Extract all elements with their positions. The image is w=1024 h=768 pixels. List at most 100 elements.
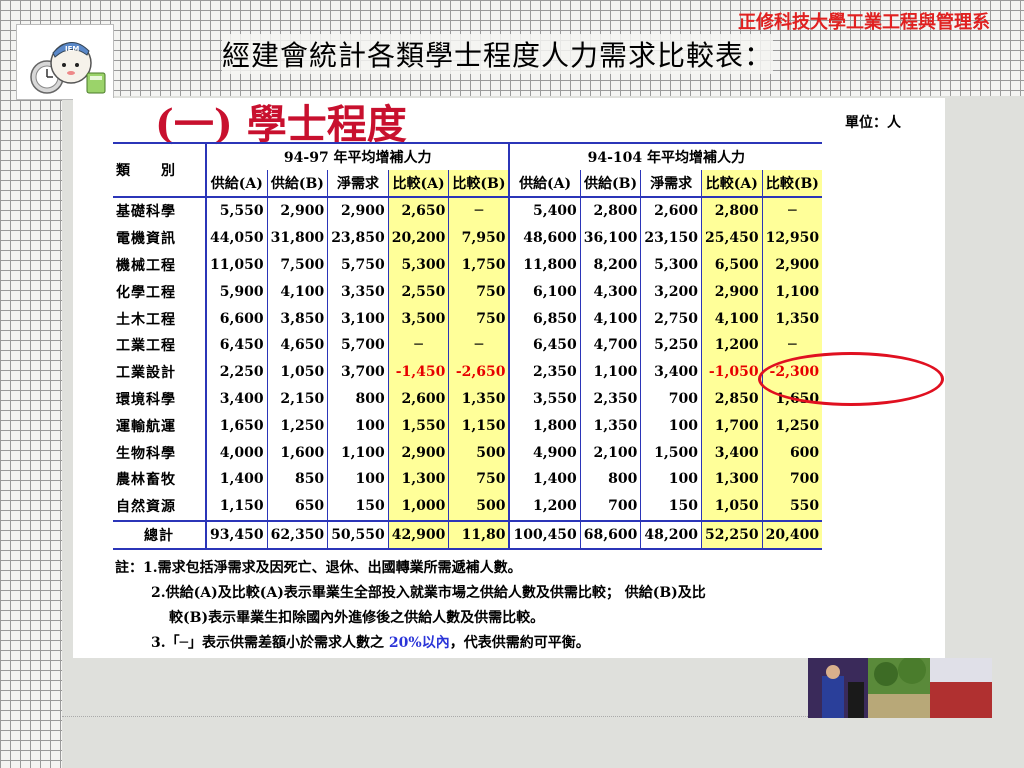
- photo-image: [808, 656, 992, 718]
- category-cell: 運輸航運: [116, 418, 176, 435]
- category-cell: 工業工程: [116, 338, 176, 355]
- value-cell: 3,550: [508, 385, 581, 413]
- subheader-9: 比較(B): [761, 170, 823, 197]
- mascot-icon: IEM: [30, 42, 106, 94]
- value-cell: 5,900: [204, 278, 268, 306]
- table-row: 環境科學 3,400 2,150 800 2,600 1,350 3,550 2,350 700…: [113, 385, 823, 413]
- value-cell: 2,900: [266, 197, 328, 225]
- slide-title: 經建會統計各類學士程度人力需求比較表：: [222, 34, 774, 74]
- value-cell: 1,800: [508, 412, 581, 440]
- value-cell: 31,800: [266, 224, 328, 252]
- value-cell: 4,100: [266, 278, 328, 306]
- value-cell: 1,300: [700, 465, 763, 493]
- value-cell: 1,650: [204, 412, 268, 440]
- value-cell: -1,450: [387, 358, 449, 386]
- table-row: 化學工程 5,900 4,100 3,350 2,550 750 6,100 4,300 3,2…: [113, 278, 823, 306]
- category-header: 類 別: [113, 143, 206, 198]
- value-cell: 5,300: [387, 251, 449, 279]
- table-row: 電機資訊 44,050 31,800 23,850 20,200 7,950 48,600 3…: [113, 224, 823, 252]
- value-cell: 2,800: [700, 197, 763, 225]
- note-3-highlight: 20%以內: [384, 635, 450, 651]
- table-row: 土木工程 6,600 3,850 3,100 3,500 750 6,850 4,100 2,7…: [113, 305, 823, 332]
- group-header-94-104: 94-104 年平均增補人力: [508, 143, 823, 170]
- grid-background-left: [0, 0, 62, 768]
- table-row: 工業設計 2,250 1,050 3,700 -1,450 -2,650 2,350 1,10…: [113, 358, 823, 386]
- value-cell: 3,350: [327, 278, 389, 306]
- category-cell: 總計: [144, 527, 174, 544]
- table-row: 機械工程 11,050 7,500 5,750 5,300 1,750 11,800 8,20…: [113, 251, 823, 279]
- value-cell: 2,350: [508, 358, 581, 386]
- value-cell: 1,250: [266, 412, 328, 440]
- table-row: 基礎科學 5,550 2,900 2,900 2,650 ─ 5,400 2,800 2,600…: [113, 197, 823, 225]
- value-cell: 5,750: [327, 251, 389, 279]
- subheader-3: 比較(A): [387, 170, 449, 197]
- category-cell: 機械工程: [116, 257, 176, 274]
- value-cell: 100: [327, 465, 389, 493]
- value-cell: 2,900: [761, 251, 823, 279]
- value-cell: 3,400: [640, 358, 702, 386]
- unit-label: 單位：人: [845, 115, 901, 131]
- value-cell: 93,450: [204, 520, 268, 550]
- value-cell: 2,750: [640, 305, 702, 332]
- value-cell: 2,900: [700, 278, 763, 306]
- department-name: 正修科技大學工業工程與管理系: [738, 12, 990, 33]
- value-cell: 5,700: [327, 331, 389, 359]
- value-cell: 2,100: [579, 439, 641, 466]
- value-cell: 2,600: [387, 385, 449, 413]
- value-cell: 850: [266, 465, 328, 493]
- value-cell: 3,850: [266, 305, 328, 332]
- value-cell: 1,350: [761, 305, 823, 332]
- value-cell: 150: [327, 492, 389, 521]
- value-cell: 12,950: [761, 224, 823, 252]
- value-cell: 3,700: [327, 358, 389, 386]
- category-cell: 土木工程: [116, 311, 176, 328]
- value-cell: 4,100: [579, 305, 641, 332]
- value-cell: 1,200: [700, 331, 763, 359]
- value-cell: 4,650: [266, 331, 328, 359]
- value-cell: 2,800: [579, 197, 641, 225]
- value-cell: 700: [579, 492, 641, 521]
- value-cell: 6,600: [204, 305, 268, 332]
- value-cell: 2,900: [327, 197, 389, 225]
- category-cell: 化學工程: [116, 284, 176, 301]
- value-cell: 6,450: [204, 331, 268, 359]
- value-cell: 2,650: [387, 197, 449, 225]
- value-cell: 52,250: [700, 520, 763, 550]
- subheader-6: 供給(B): [579, 170, 641, 197]
- value-cell: 5,250: [640, 331, 702, 359]
- notes: 註：1.需求包括淨需求及因死亡、退休、出國轉業所需遞補人數。 2.供給(A)及比…: [115, 556, 935, 656]
- subheader-7: 淨需求: [640, 170, 702, 197]
- value-cell: 600: [761, 439, 823, 466]
- category-cell: 工業設計: [116, 365, 176, 382]
- photo-collage: [808, 656, 992, 718]
- value-cell: 42,900: [387, 520, 449, 550]
- value-cell: 1,100: [761, 278, 823, 306]
- value-cell: 11,800: [508, 251, 581, 279]
- subheader-row: 供給(A) 供給(B) 淨需求 比較(A) 比較(B) 供給(A) 供給(B) 淨需求 比較(A…: [113, 170, 823, 197]
- value-cell: 2,900: [387, 439, 449, 466]
- highlight-ellipse: [758, 352, 944, 406]
- value-cell: 5,300: [640, 251, 702, 279]
- value-cell: 20,400: [761, 520, 823, 550]
- value-cell: 3,400: [700, 439, 763, 466]
- subheader-2: 淨需求: [327, 170, 389, 197]
- value-cell: 700: [640, 385, 702, 413]
- table-row: 自然資源 1,150 650 150 1,000 500 1,200 700 150 1,050 5…: [113, 492, 823, 521]
- value-cell: 2,350: [579, 385, 641, 413]
- value-cell: 2,150: [266, 385, 328, 413]
- value-cell: 4,300: [579, 278, 641, 306]
- category-cell: 基礎科學: [116, 204, 176, 221]
- value-cell: 8,200: [579, 251, 641, 279]
- note-3-suffix: ，代表供需約可平衡。: [449, 635, 590, 651]
- category-cell: 生物科學: [116, 445, 176, 462]
- value-cell: 500: [448, 492, 510, 521]
- value-cell: 68,600: [579, 520, 641, 550]
- table-row: 生物科學 4,000 1,600 1,100 2,900 500 4,900 2,100 1,5…: [113, 439, 823, 466]
- value-cell: 20,200: [387, 224, 449, 252]
- value-cell: 11,050: [204, 251, 268, 279]
- value-cell: 750: [448, 305, 510, 332]
- value-cell: 1,150: [204, 492, 268, 521]
- value-cell: 11,80: [448, 520, 510, 550]
- category-cell: 環境科學: [116, 391, 176, 408]
- value-cell: 1,700: [700, 412, 763, 440]
